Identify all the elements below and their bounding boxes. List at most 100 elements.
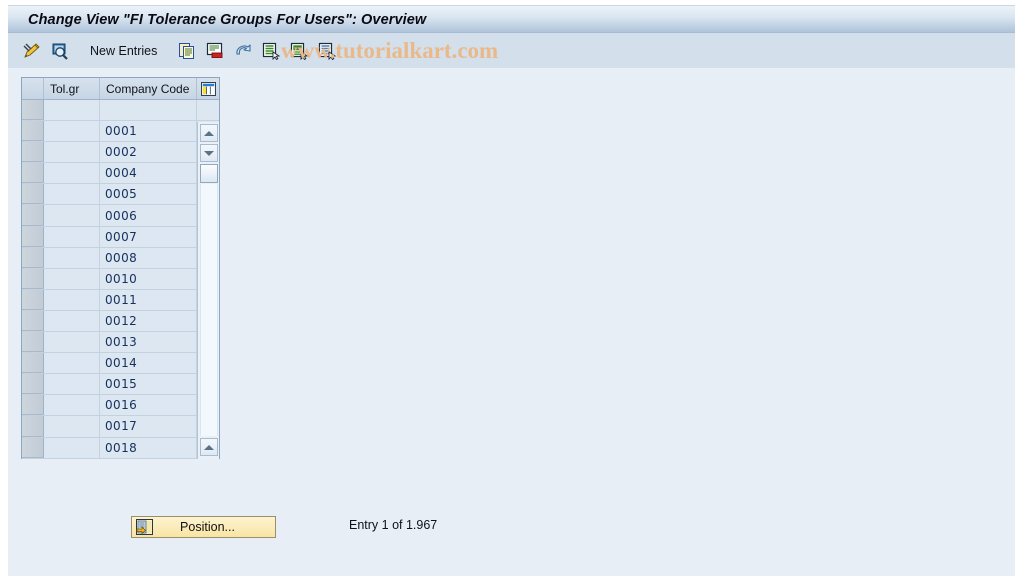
cell-tol-gr[interactable] [44, 437, 100, 458]
new-entries-label: New Entries [90, 43, 158, 58]
table-settings-icon[interactable] [197, 78, 219, 99]
cell-company-code[interactable]: 0015 [100, 374, 197, 395]
arrow-down-icon [204, 150, 214, 156]
cell-tol-gr[interactable] [44, 121, 100, 142]
cell-company-code[interactable]: 0011 [100, 289, 197, 310]
cell-tol-gr[interactable] [44, 163, 100, 184]
row-select-button[interactable] [22, 142, 44, 163]
table-row[interactable]: 0006 [22, 205, 219, 227]
table-row[interactable]: 0018 [22, 437, 219, 459]
table-row[interactable]: 0017 [22, 416, 219, 438]
cell-tol-gr[interactable] [44, 247, 100, 268]
table-row[interactable]: 0002 [22, 142, 219, 164]
table-row[interactable] [22, 100, 219, 122]
table-rows-container: 0001 0002 0004 0005 0006 0007 0008 0010 0011 0012… [22, 100, 219, 459]
row-select-button[interactable] [22, 226, 44, 247]
cell-company-code[interactable]: 0016 [100, 395, 197, 416]
cell-tol-gr[interactable] [44, 268, 100, 289]
table-row[interactable]: 0005 [22, 184, 219, 206]
cell-company-code[interactable]: 0007 [100, 226, 197, 247]
cell-tol-gr[interactable] [44, 416, 100, 437]
scroll-up-button[interactable] [200, 124, 218, 142]
cell-tol-gr[interactable] [44, 100, 100, 121]
scrollbar-thumb[interactable] [200, 164, 218, 183]
cell-tol-gr[interactable] [44, 332, 100, 353]
cell-tol-gr[interactable] [44, 226, 100, 247]
cell-tol-gr[interactable] [44, 374, 100, 395]
sap-gui-window: Change View "FI Tolerance Groups For Use… [0, 0, 1015, 576]
arrow-up-icon-bottom [204, 444, 214, 450]
cell-company-code[interactable]: 0004 [100, 163, 197, 184]
row-select-button[interactable] [22, 205, 44, 226]
row-select-button[interactable] [22, 310, 44, 332]
row-select-button[interactable] [22, 121, 44, 142]
row-select-button[interactable] [22, 437, 44, 458]
table-row[interactable]: 0016 [22, 395, 219, 417]
position-icon [134, 518, 154, 536]
row-select-button[interactable] [22, 353, 44, 374]
table-row[interactable]: 0004 [22, 163, 219, 185]
cell-company-code[interactable]: 0013 [100, 332, 197, 353]
table-row[interactable]: 0012 [22, 310, 219, 333]
table-row[interactable]: 0011 [22, 289, 219, 311]
row-select-button[interactable] [22, 247, 44, 268]
row-select-button[interactable] [22, 416, 44, 437]
tolerance-groups-table: Tol.gr Company Code 0001 0002 0004 0005 0006… [21, 77, 220, 459]
select-block-icon[interactable] [288, 39, 310, 63]
scroll-page-up-button[interactable] [200, 438, 218, 456]
cell-company-code[interactable]: 0014 [100, 353, 197, 374]
table-header-row: Tol.gr Company Code [22, 78, 219, 100]
cell-scroll-gutter [197, 100, 219, 121]
scrollbar-track[interactable] [200, 184, 218, 436]
delete-icon[interactable] [204, 39, 226, 63]
cell-company-code[interactable]: 0001 [100, 121, 197, 142]
scroll-down-button[interactable] [200, 144, 218, 162]
row-select-button[interactable] [22, 163, 44, 184]
table-row[interactable]: 0007 [22, 226, 219, 248]
table-vertical-scrollbar[interactable] [197, 122, 219, 459]
row-select-button[interactable] [22, 332, 44, 353]
row-select-button[interactable] [22, 268, 44, 289]
table-row[interactable]: 0014 [22, 353, 219, 375]
cell-tol-gr[interactable] [44, 184, 100, 205]
edit-pencil-icon[interactable] [21, 39, 43, 63]
table-row[interactable]: 0010 [22, 268, 219, 290]
cell-company-code[interactable]: 0018 [100, 437, 197, 458]
cell-company-code[interactable]: 0005 [100, 184, 197, 205]
position-button[interactable]: Position... [131, 516, 276, 538]
deselect-icon[interactable] [316, 39, 338, 63]
table-header-select-column [22, 78, 44, 99]
cell-tol-gr[interactable] [44, 353, 100, 374]
table-header-company-code[interactable]: Company Code [100, 78, 197, 99]
cell-company-code[interactable]: 0012 [100, 310, 197, 332]
table-body: 0001 0002 0004 0005 0006 0007 0008 0010 0011 0012… [22, 100, 219, 459]
cell-tol-gr[interactable] [44, 310, 100, 332]
cell-company-code[interactable]: 0010 [100, 268, 197, 289]
cell-company-code[interactable] [100, 100, 197, 121]
cell-company-code[interactable]: 0017 [100, 416, 197, 437]
cell-company-code[interactable]: 0008 [100, 247, 197, 268]
display-magnifier-icon[interactable] [49, 39, 71, 63]
table-row[interactable]: 0001 [22, 121, 219, 143]
cell-tol-gr[interactable] [44, 205, 100, 226]
row-select-button[interactable] [22, 374, 44, 395]
row-select-button[interactable] [22, 184, 44, 205]
cell-tol-gr[interactable] [44, 142, 100, 163]
row-select-button[interactable] [22, 289, 44, 310]
row-select-button[interactable] [22, 395, 44, 416]
table-row[interactable]: 0008 [22, 247, 219, 269]
table-row[interactable]: 0013 [22, 332, 219, 354]
new-entries-button[interactable]: New Entries [84, 39, 163, 63]
row-select-button[interactable] [22, 100, 44, 121]
select-all-icon[interactable] [260, 39, 282, 63]
application-toolbar: New Entries [8, 33, 1015, 68]
cell-company-code[interactable]: 0006 [100, 205, 197, 226]
cell-tol-gr[interactable] [44, 395, 100, 416]
main-content-area: Tol.gr Company Code 0001 0002 0004 0005 0006… [8, 68, 1015, 576]
cell-tol-gr[interactable] [44, 289, 100, 310]
copy-as-icon[interactable] [176, 39, 198, 63]
undo-arrow-icon[interactable] [232, 39, 254, 63]
table-row[interactable]: 0015 [22, 374, 219, 396]
cell-company-code[interactable]: 0002 [100, 142, 197, 163]
table-header-tol-gr[interactable]: Tol.gr [44, 78, 100, 99]
